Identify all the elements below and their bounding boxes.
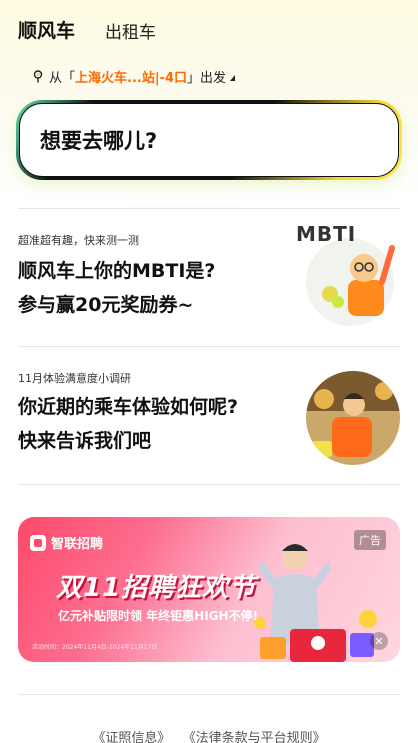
tab-shunfengche-label: 顺风车: [18, 20, 76, 42]
ad-brand-name: 智联招聘: [51, 537, 104, 552]
divider: [18, 346, 400, 347]
footer-links: 《证照信息》 《法律条款与平台规则》: [0, 727, 418, 743]
divider: [18, 694, 400, 695]
tab-taxi[interactable]: 出租车: [105, 18, 156, 43]
tab-taxi-label: 出租车: [105, 23, 157, 43]
pickup-location-selector[interactable]: 从「 上海火车...站|-4口 」出发: [33, 67, 236, 86]
mbti-illustration: MBTI: [296, 222, 400, 332]
ad-banner[interactable]: 智联招聘 广告 双11招聘狂欢节 亿元补贴限时领 年终钜惠HIGH不停! 活动时…: [18, 517, 400, 662]
divider: [18, 208, 400, 209]
ad-gifts-illustration: [254, 610, 377, 662]
ad-slogan: 亿元补贴限时领 年终钜惠HIGH不停!: [58, 609, 259, 623]
divider: [18, 484, 400, 485]
location-pin-icon: [33, 70, 43, 83]
caret-icon: [230, 75, 236, 81]
ad-fine-print: 活动时间：2024年11月4日-2024年11月17日: [32, 644, 158, 651]
license-info-link[interactable]: 《证照信息》: [92, 731, 170, 743]
mbti-card[interactable]: 超准超有趣，快来测一测 顺风车上你的MBTI是? 参与赢20元奖励券~ MBTI: [18, 222, 400, 330]
from-suffix: 」出发: [187, 71, 227, 86]
tab-shunfengche[interactable]: 顺风车: [10, 16, 76, 49]
mbti-art-label: MBTI: [296, 222, 357, 246]
survey-card[interactable]: 11月体验满意度小调研 你近期的乘车体验如何呢? 快来告诉我们吧: [18, 368, 400, 468]
destination-input[interactable]: 想要去哪儿?: [19, 103, 399, 177]
from-prefix: 从「: [49, 71, 76, 86]
close-icon[interactable]: ✕: [370, 632, 388, 650]
ad-headline: 双11招聘狂欢节: [56, 573, 257, 603]
destination-search[interactable]: 想要去哪儿?: [16, 100, 402, 180]
ad-brand: 智联招聘: [30, 533, 103, 552]
destination-prompt: 想要去哪儿?: [40, 129, 158, 153]
survey-illustration: [306, 371, 400, 465]
zhilian-logo-icon: [30, 534, 46, 551]
ad-badge: 广告: [354, 530, 386, 550]
service-tabs: 顺风车 出租车: [10, 16, 156, 49]
legal-terms-link[interactable]: 《法律条款与平台规则》: [183, 731, 326, 743]
pickup-location: 上海火车...站|-4口: [75, 71, 188, 86]
